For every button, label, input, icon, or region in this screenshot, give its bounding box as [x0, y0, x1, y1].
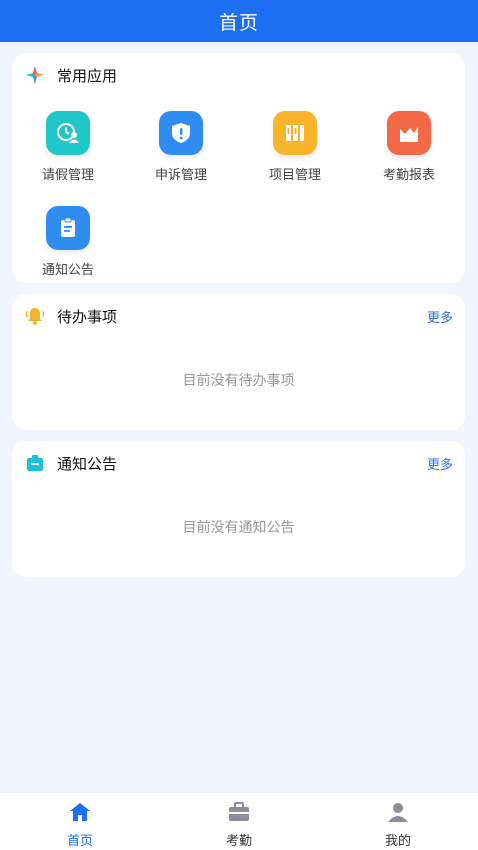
shield-alert-icon [159, 111, 203, 155]
briefcase-icon [229, 802, 249, 821]
app-attendance-report[interactable]: 考勤报表 [359, 111, 459, 183]
notice-card: 通知公告 更多 目前没有通知公告 [12, 441, 465, 577]
app-label: 请假管理 [41, 168, 94, 183]
tab-attendance[interactable]: 考勤 [189, 793, 289, 850]
app-label: 考勤报表 [382, 168, 435, 183]
notice-title: 通知公告 [57, 455, 118, 473]
app-label: 申诉管理 [154, 168, 207, 183]
tab-home[interactable]: 首页 [30, 793, 130, 850]
tab-label: 首页 [66, 834, 93, 849]
clipboard-icon [46, 206, 90, 250]
bottom-tab-bar: 首页 考勤 我的 [0, 792, 478, 850]
app-notice[interactable]: 通知公告 [18, 206, 118, 278]
app-label: 项目管理 [268, 168, 321, 183]
chart-icon [387, 111, 431, 155]
page-title: 首页 [218, 11, 259, 34]
app-appeal-management[interactable]: 申诉管理 [131, 111, 231, 183]
app-leave-management[interactable]: 请假管理 [18, 111, 118, 183]
app-project-management[interactable]: 项目管理 [245, 111, 345, 183]
tab-mine[interactable]: 我的 [348, 793, 448, 850]
todo-more-link[interactable]: 更多 [427, 307, 453, 326]
todo-title: 待办事项 [57, 308, 118, 326]
leave-icon [46, 111, 90, 155]
app-label: 通知公告 [41, 263, 94, 278]
common-apps-card: 常用应用 请假管理 申诉管理 项目管理 考勤报表 通知公告 [12, 53, 465, 283]
todo-empty-text: 目前没有待办事项 [182, 373, 295, 389]
bell-icon [25, 308, 45, 325]
books-icon [273, 111, 317, 155]
tab-label: 我的 [384, 834, 411, 849]
user-icon [388, 803, 408, 822]
notice-board-icon [27, 455, 43, 471]
app-header: 首页 [0, 0, 478, 42]
todo-card: 待办事项 更多 目前没有待办事项 [12, 294, 465, 430]
todo-header: 待办事项 更多 [12, 294, 465, 338]
home-icon [70, 803, 90, 821]
notice-empty-text: 目前没有通知公告 [182, 520, 295, 536]
notice-header: 通知公告 更多 [12, 441, 465, 485]
tab-label: 考勤 [225, 834, 252, 849]
notice-more-link[interactable]: 更多 [427, 454, 453, 473]
